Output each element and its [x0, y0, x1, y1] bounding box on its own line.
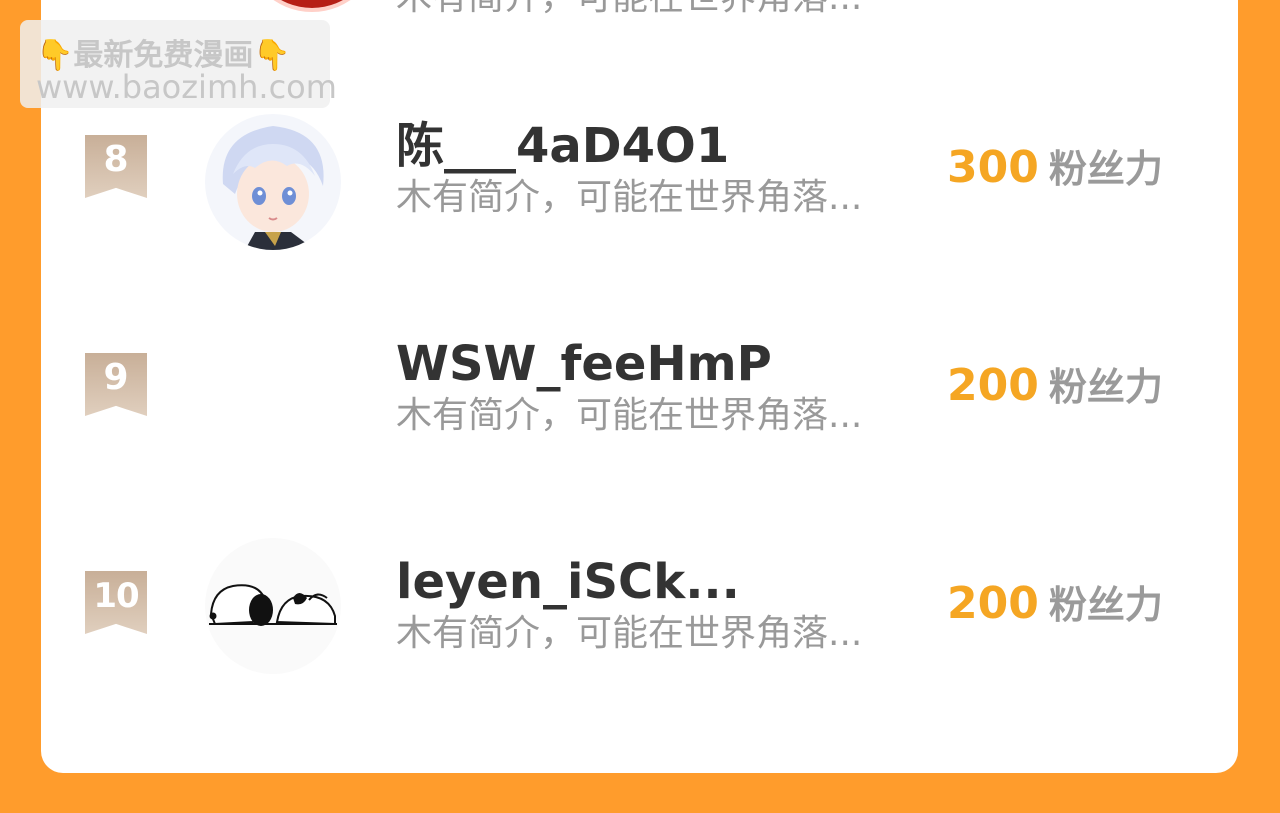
snoopy-avatar-icon [205, 538, 341, 674]
ranking-row[interactable]: 10 leyen_iSCk... 木有简介，可能在世界角落... 200 粉丝力 [41, 538, 1238, 744]
rank-badge: 9 [85, 353, 147, 416]
fans-number: 200 [947, 578, 1039, 629]
ranking-card: 木有简介，可能在世界角落... 8 陈___4aD4O1 木有简介，可能在世界角… [41, 0, 1238, 773]
fans-unit: 粉丝力 [1048, 365, 1163, 409]
fans-unit: 粉丝力 [1048, 147, 1163, 191]
ranking-row[interactable]: 8 陈___4aD4O1 木有简介，可能在世界角落... 300 粉丝力 [41, 108, 1238, 308]
avatar[interactable] [205, 538, 341, 674]
watermark-url: www.baozimh.com [36, 68, 337, 106]
user-name[interactable]: 陈___4aD4O1 [396, 118, 729, 174]
fans-score: 300 粉丝力 [947, 140, 1163, 205]
avatar[interactable] [205, 114, 341, 250]
fans-score: 200 粉丝力 [947, 358, 1163, 423]
user-description: 木有简介，可能在世界角落... [396, 177, 863, 218]
user-name[interactable]: WSW_feeHmP [396, 336, 772, 392]
user-description: 木有简介，可能在世界角落... [396, 613, 863, 654]
fans-unit: 粉丝力 [1048, 583, 1163, 627]
fans-score: 200 粉丝力 [947, 576, 1163, 641]
avatar[interactable] [248, 0, 376, 8]
user-description: 木有简介，可能在世界角落... [396, 395, 863, 436]
user-name[interactable]: leyen_iSCk... [396, 554, 740, 610]
fans-number: 300 [947, 142, 1039, 193]
rank-badge: 8 [85, 135, 147, 198]
site-watermark: 👇最新免费漫画👇 www.baozimh.com [20, 20, 337, 108]
fans-number: 200 [947, 360, 1039, 411]
rank-badge: 10 [85, 571, 147, 634]
user-description: 木有简介，可能在世界角落... [396, 0, 862, 20]
ranking-row[interactable]: 9 WSW_feeHmP 木有简介，可能在世界角落... 200 粉丝力 [41, 326, 1238, 526]
anime-boy-avatar-icon [205, 114, 341, 250]
